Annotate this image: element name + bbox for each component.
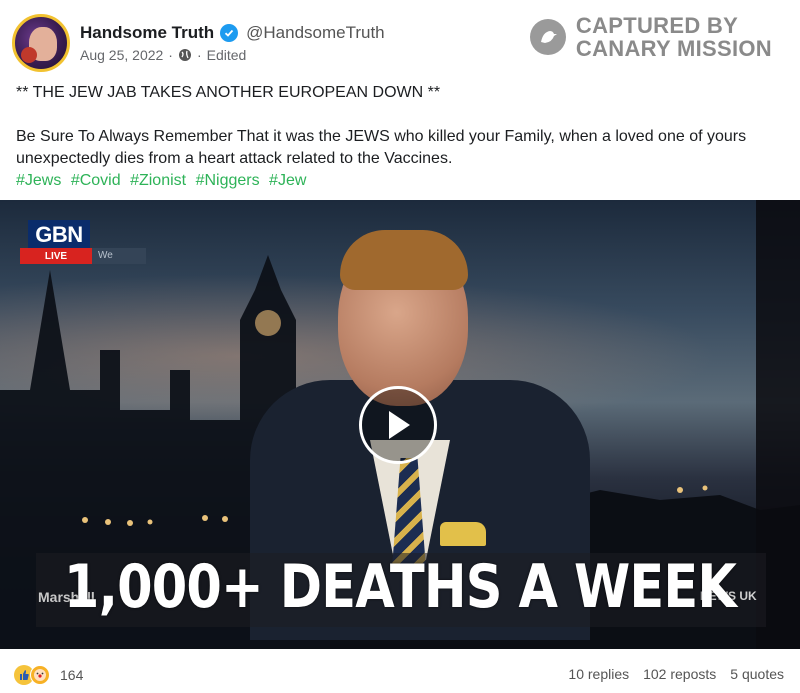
post-body: ** THE JEW JAB TAKES ANOTHER EUROPEAN DO… (16, 82, 791, 192)
live-ticker: We (92, 248, 146, 264)
post-header: Handsome Truth @HandsomeTruth Aug 25, 20… (0, 0, 800, 78)
post-text-line1: ** THE JEW JAB TAKES ANOTHER EUROPEAN DO… (16, 84, 441, 101)
post-footer: 164 10 replies 102 reposts 5 quotes (0, 653, 800, 693)
hashtag-link[interactable]: #Covid (71, 172, 121, 189)
watermark: CAPTURED BY CANARY MISSION (529, 14, 772, 60)
hashtag-link[interactable]: #Jews (16, 172, 61, 189)
engagement-stats: 10 replies 102 reposts 5 quotes (568, 666, 784, 682)
post-date[interactable]: Aug 25, 2022 (80, 47, 163, 63)
avatar-accent (21, 47, 37, 63)
play-icon[interactable] (359, 386, 437, 464)
replies-link[interactable]: 10 replies (568, 666, 629, 682)
watermark-text: CAPTURED BY CANARY MISSION (576, 14, 772, 60)
reaction-count: 164 (60, 667, 84, 683)
watermark-line1: CAPTURED BY (575, 13, 739, 38)
video-headline: 1,000+ DEATHS A WEEK (63, 552, 737, 622)
author-name[interactable]: Handsome Truth (80, 23, 214, 43)
post-meta: Aug 25, 2022 · · Edited (80, 47, 246, 63)
edited-label[interactable]: Edited (207, 47, 247, 63)
presenter-hair (340, 230, 468, 290)
hashtag-link[interactable]: #Jew (269, 172, 306, 189)
watermark-line2: CANARY MISSION (575, 36, 772, 61)
audience-globe-icon (178, 48, 192, 62)
channel-logo: GBN (28, 220, 90, 250)
live-badge: LIVE (20, 248, 92, 264)
clown-face-icon (30, 665, 50, 685)
author-handle[interactable]: @HandsomeTruth (246, 23, 385, 43)
reactions[interactable]: 164 (14, 665, 83, 685)
hashtag-link[interactable]: #Niggers (196, 172, 260, 189)
hashtags: #Jews #Covid #Zionist #Niggers #Jew (16, 170, 791, 192)
reposts-link[interactable]: 102 reposts (643, 666, 716, 682)
pocket-square (440, 522, 486, 546)
canary-bird-icon (529, 19, 566, 55)
post-text-line2: Be Sure To Always Remember That it was t… (16, 128, 747, 167)
hashtag-link[interactable]: #Zionist (130, 172, 186, 189)
meta-separator: · (168, 47, 173, 63)
quotes-link[interactable]: 5 quotes (730, 666, 784, 682)
verified-badge-icon (220, 24, 239, 42)
meta-separator-2: · (196, 47, 202, 63)
avatar[interactable] (12, 14, 70, 72)
video-player[interactable]: GBN LIVE We Marshall NEWS UK 1,000+ DEAT… (0, 200, 800, 649)
author-row: Handsome Truth @HandsomeTruth (80, 22, 385, 44)
